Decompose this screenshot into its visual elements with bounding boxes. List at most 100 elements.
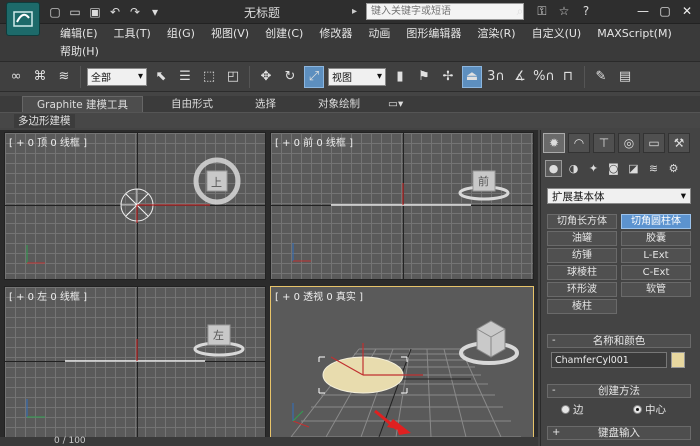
keyboard-shortcut-override-icon[interactable]: ⏏: [462, 65, 482, 88]
chevron-down-icon: ▾: [376, 71, 382, 82]
menu-edit[interactable]: 编辑(E): [52, 25, 106, 43]
hierarchy-tab-icon[interactable]: ⊤: [593, 133, 615, 153]
select-by-name-icon[interactable]: ☰: [175, 66, 195, 88]
helpers-icon[interactable]: ◪: [625, 160, 642, 177]
help-icon[interactable]: ?: [578, 3, 594, 19]
new-file-icon[interactable]: ▢: [46, 3, 64, 21]
create-tab-icon[interactable]: ✹: [543, 133, 565, 153]
geometry-icon[interactable]: ●: [545, 160, 562, 177]
tab-object-paint[interactable]: 对象绘制: [304, 96, 374, 112]
ribbon-options-icon[interactable]: ▭▾: [374, 96, 417, 112]
dropdown-icon[interactable]: ▾: [146, 3, 164, 21]
app-logo-icon[interactable]: [6, 2, 40, 36]
radio-center-dot[interactable]: [633, 405, 642, 414]
menu-customize[interactable]: 自定义(U): [524, 25, 590, 43]
systems-icon[interactable]: ⚙: [665, 160, 682, 177]
viewport-top[interactable]: [ + 0 顶 0 线框 ] 上: [4, 132, 266, 280]
tab-freeform[interactable]: 自由形式: [157, 96, 227, 112]
reference-coord-dropdown[interactable]: 视图 ▾: [328, 67, 386, 86]
shapes-icon[interactable]: ◑: [565, 160, 582, 177]
percent-snap-icon[interactable]: % ∩: [533, 66, 555, 88]
menu-help[interactable]: 帮助(H): [52, 43, 107, 61]
open-folder-icon[interactable]: ▭: [66, 3, 84, 21]
lights-icon[interactable]: ✦: [585, 160, 602, 177]
spacewarps-icon[interactable]: ≋: [645, 160, 662, 177]
viewcube-front-label[interactable]: 前: [478, 173, 489, 189]
primitive-button[interactable]: 棱柱: [547, 299, 617, 314]
menu-rendering[interactable]: 渲染(R): [469, 25, 523, 43]
viewcube-left-label[interactable]: 左: [213, 327, 224, 343]
primitive-button[interactable]: 球棱柱: [547, 265, 617, 280]
primitive-button[interactable]: 环形波: [547, 282, 617, 297]
rollout-name-and-color[interactable]: - 名称和颜色: [547, 334, 691, 348]
save-icon[interactable]: ▣: [86, 3, 104, 21]
cameras-icon[interactable]: ◙: [605, 160, 622, 177]
tab-graphite[interactable]: Graphite 建模工具: [22, 96, 144, 112]
menu-row-1: 编辑(E) 工具(T) 组(G) 视图(V) 创建(C) 修改器 动画 图形编辑…: [52, 25, 680, 43]
menu-group[interactable]: 组(G): [159, 25, 203, 43]
viewport-perspective[interactable]: [ + 0 透视 0 真实 ]: [270, 286, 534, 438]
primitive-button[interactable]: C-Ext: [621, 265, 691, 280]
radio-center[interactable]: 中心: [633, 402, 666, 417]
angle-snap-icon[interactable]: ∡: [510, 66, 530, 88]
redo-icon[interactable]: ↷: [126, 3, 144, 21]
utilities-tab-icon[interactable]: ⚒: [668, 133, 690, 153]
star-icon[interactable]: ☆: [556, 3, 572, 19]
search-expand-icon[interactable]: ▸: [352, 4, 362, 20]
spinner-snap-icon[interactable]: ⊓: [558, 66, 578, 88]
object-category-dropdown[interactable]: 扩展基本体 ▾: [547, 188, 691, 204]
pivot-center-icon[interactable]: ▮: [390, 66, 410, 88]
key-icon[interactable]: ⚿: [534, 3, 550, 19]
primitive-button[interactable]: 胶囊: [621, 231, 691, 246]
viewport-front[interactable]: [ + 0 前 0 线框 ] 前: [270, 132, 534, 280]
undo-icon[interactable]: ↶: [106, 3, 124, 21]
menu-animation[interactable]: 动画: [360, 25, 398, 43]
motion-tab-icon[interactable]: ◎: [618, 133, 640, 153]
menu-tools[interactable]: 工具(T): [106, 25, 159, 43]
viewport-left[interactable]: [ + 0 左 0 线框 ] 左: [4, 286, 266, 438]
move-icon[interactable]: ✥: [256, 66, 276, 88]
select-object-icon[interactable]: ⬉: [151, 66, 171, 88]
object-color-swatch[interactable]: [671, 352, 685, 368]
search-input[interactable]: [366, 3, 524, 20]
menu-modifiers[interactable]: 修改器: [311, 25, 360, 43]
link-icon[interactable]: ∞: [6, 66, 26, 88]
tab-selection[interactable]: 选择: [241, 96, 290, 112]
flag-icon[interactable]: ⚑: [414, 66, 434, 88]
object-name-field[interactable]: [551, 352, 667, 368]
scale-icon[interactable]: ⤢: [304, 65, 324, 88]
display-tab-icon[interactable]: ▭: [643, 133, 665, 153]
unlink-icon[interactable]: ⌘: [30, 66, 50, 88]
window-crossing-icon[interactable]: ◰: [223, 66, 243, 88]
named-selection-sets-icon[interactable]: ▤: [615, 66, 635, 88]
primitive-button[interactable]: 切角长方体: [547, 214, 617, 229]
rollout-keyboard-entry[interactable]: + 键盘输入: [547, 426, 691, 440]
minimize-icon[interactable]: —: [634, 2, 652, 20]
snap-toggle-icon[interactable]: 3 ∩: [486, 66, 506, 88]
tab-polygon-modeling[interactable]: 多边形建模: [14, 114, 75, 128]
menu-graph-editors[interactable]: 图形编辑器: [398, 25, 469, 43]
menu-maxscript[interactable]: MAXScript(M): [589, 25, 680, 43]
select-manipulate-icon[interactable]: ✢: [438, 66, 458, 88]
binoculars-icon[interactable]: ⌕: [512, 3, 528, 19]
primitive-button[interactable]: L-Ext: [621, 248, 691, 263]
time-slider[interactable]: 0 / 100: [0, 436, 538, 446]
menu-create[interactable]: 创建(C): [257, 25, 311, 43]
primitive-button[interactable]: 软管: [621, 282, 691, 297]
primitive-button[interactable]: 切角圆柱体: [621, 214, 691, 229]
maximize-icon[interactable]: ▢: [656, 2, 674, 20]
bind-spacewarp-icon[interactable]: ≋: [54, 66, 74, 88]
primitive-button[interactable]: 纺锤: [547, 248, 617, 263]
radio-edge-dot[interactable]: [561, 405, 570, 414]
edit-named-selections-icon[interactable]: ✎: [591, 66, 611, 88]
rect-selection-icon[interactable]: ⬚: [199, 66, 219, 88]
rotate-icon[interactable]: ↻: [280, 66, 300, 88]
modify-tab-icon[interactable]: ◠: [568, 133, 590, 153]
selection-filter-dropdown[interactable]: 全部 ▾: [87, 67, 147, 86]
rollout-creation-method[interactable]: - 创建方法: [547, 384, 691, 398]
menu-views[interactable]: 视图(V): [203, 25, 257, 43]
close-icon[interactable]: ✕: [678, 2, 696, 20]
primitive-button[interactable]: 油罐: [547, 231, 617, 246]
viewcube-top-label[interactable]: 上: [211, 174, 222, 190]
radio-edge[interactable]: 边: [561, 402, 584, 417]
